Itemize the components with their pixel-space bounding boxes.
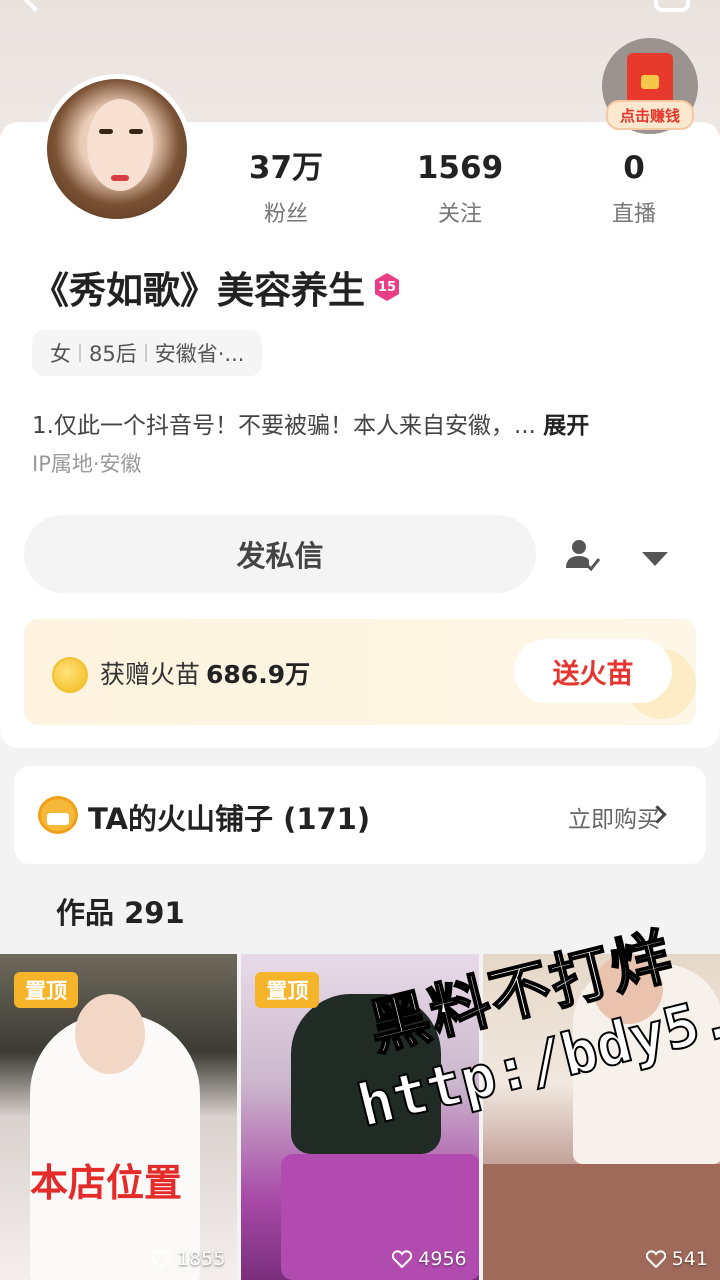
like-count: 4956 [392, 1248, 467, 1270]
like-count-value: 1855 [176, 1248, 226, 1270]
like-count-value: 4956 [418, 1248, 467, 1270]
profile-name-row: 《秀如歌》美容养生 15 [32, 260, 401, 314]
chevron-down-icon[interactable] [642, 552, 668, 566]
heart-icon [150, 1250, 171, 1268]
coin-icon [52, 657, 88, 693]
fire-received: 获赠火苗 686.9万 [100, 655, 310, 691]
bio-expand-link[interactable]: 展开 [543, 413, 589, 439]
profile-bio: 1.仅此一个抖音号！不要被骗！本人来自安徽，... 展开 [32, 406, 589, 440]
tag-divider [144, 344, 147, 362]
tag-gender: 女 [50, 342, 71, 366]
send-message-button[interactable]: 发私信 [24, 515, 536, 593]
tag-divider [79, 344, 81, 362]
heart-icon [645, 1250, 666, 1268]
tile-overlay-text: 本店位置 [30, 1161, 183, 1205]
avatar[interactable] [42, 74, 192, 224]
stat-live[interactable]: 0 直播 [574, 150, 694, 228]
works-title: 作品 291 [56, 896, 185, 930]
fire-gift-panel: 获赠火苗 686.9万 送火苗 [24, 619, 696, 725]
heart-icon [392, 1250, 413, 1268]
bio-text: 1.仅此一个抖音号！不要被骗！本人来自安徽，... [32, 413, 536, 439]
work-tile[interactable]: 置顶 本店位置 1855 [0, 954, 238, 1280]
stat-fans-value: 37万 [248, 150, 324, 186]
shop-card[interactable]: TA的火山铺子 (171) 立即购买 [14, 766, 706, 864]
stat-following[interactable]: 1569 关注 [400, 150, 520, 228]
fire-received-label: 获赠火苗 [100, 660, 201, 689]
like-count: 541 [645, 1248, 708, 1270]
shop-buy-link[interactable]: 立即购买 [568, 800, 660, 834]
pinned-badge: 置顶 [14, 972, 78, 1008]
send-fire-button[interactable]: 送火苗 [514, 639, 672, 703]
stat-live-label: 直播 [611, 202, 656, 227]
earn-money-badge[interactable]: 点击赚钱 [602, 38, 698, 134]
earn-money-label: 点击赚钱 [606, 100, 694, 130]
shop-title: TA的火山铺子 (171) [88, 802, 371, 836]
work-tile[interactable]: 541 [482, 954, 720, 1280]
fire-received-value: 686.9万 [206, 660, 311, 689]
stat-fans-label: 粉丝 [263, 202, 308, 227]
user-check-icon[interactable] [566, 538, 600, 572]
shop-icon [38, 796, 78, 834]
like-count-value: 541 [671, 1248, 708, 1270]
stat-fans[interactable]: 37万 粉丝 [226, 150, 346, 228]
stat-live-value: 0 [623, 150, 645, 186]
stat-following-label: 关注 [437, 202, 482, 227]
work-tile[interactable]: 置顶 4956 [241, 954, 479, 1280]
tag-age: 85后 [89, 342, 137, 366]
works-grid: 置顶 本店位置 1855 置顶 4956 541 [0, 954, 720, 1280]
tag-location: 安徽省·... [154, 342, 245, 366]
stat-following-value: 1569 [416, 150, 504, 186]
profile-tags[interactable]: 女 85后 安徽省·... [32, 330, 263, 376]
ip-location: IP属地·安徽 [32, 452, 142, 476]
red-envelope-icon [627, 53, 673, 107]
profile-name: 《秀如歌》美容养生 [32, 269, 365, 312]
like-count: 1855 [150, 1248, 226, 1270]
more-icon[interactable] [654, 0, 690, 12]
pinned-badge: 置顶 [255, 972, 320, 1008]
level-badge[interactable]: 15 [374, 273, 400, 301]
